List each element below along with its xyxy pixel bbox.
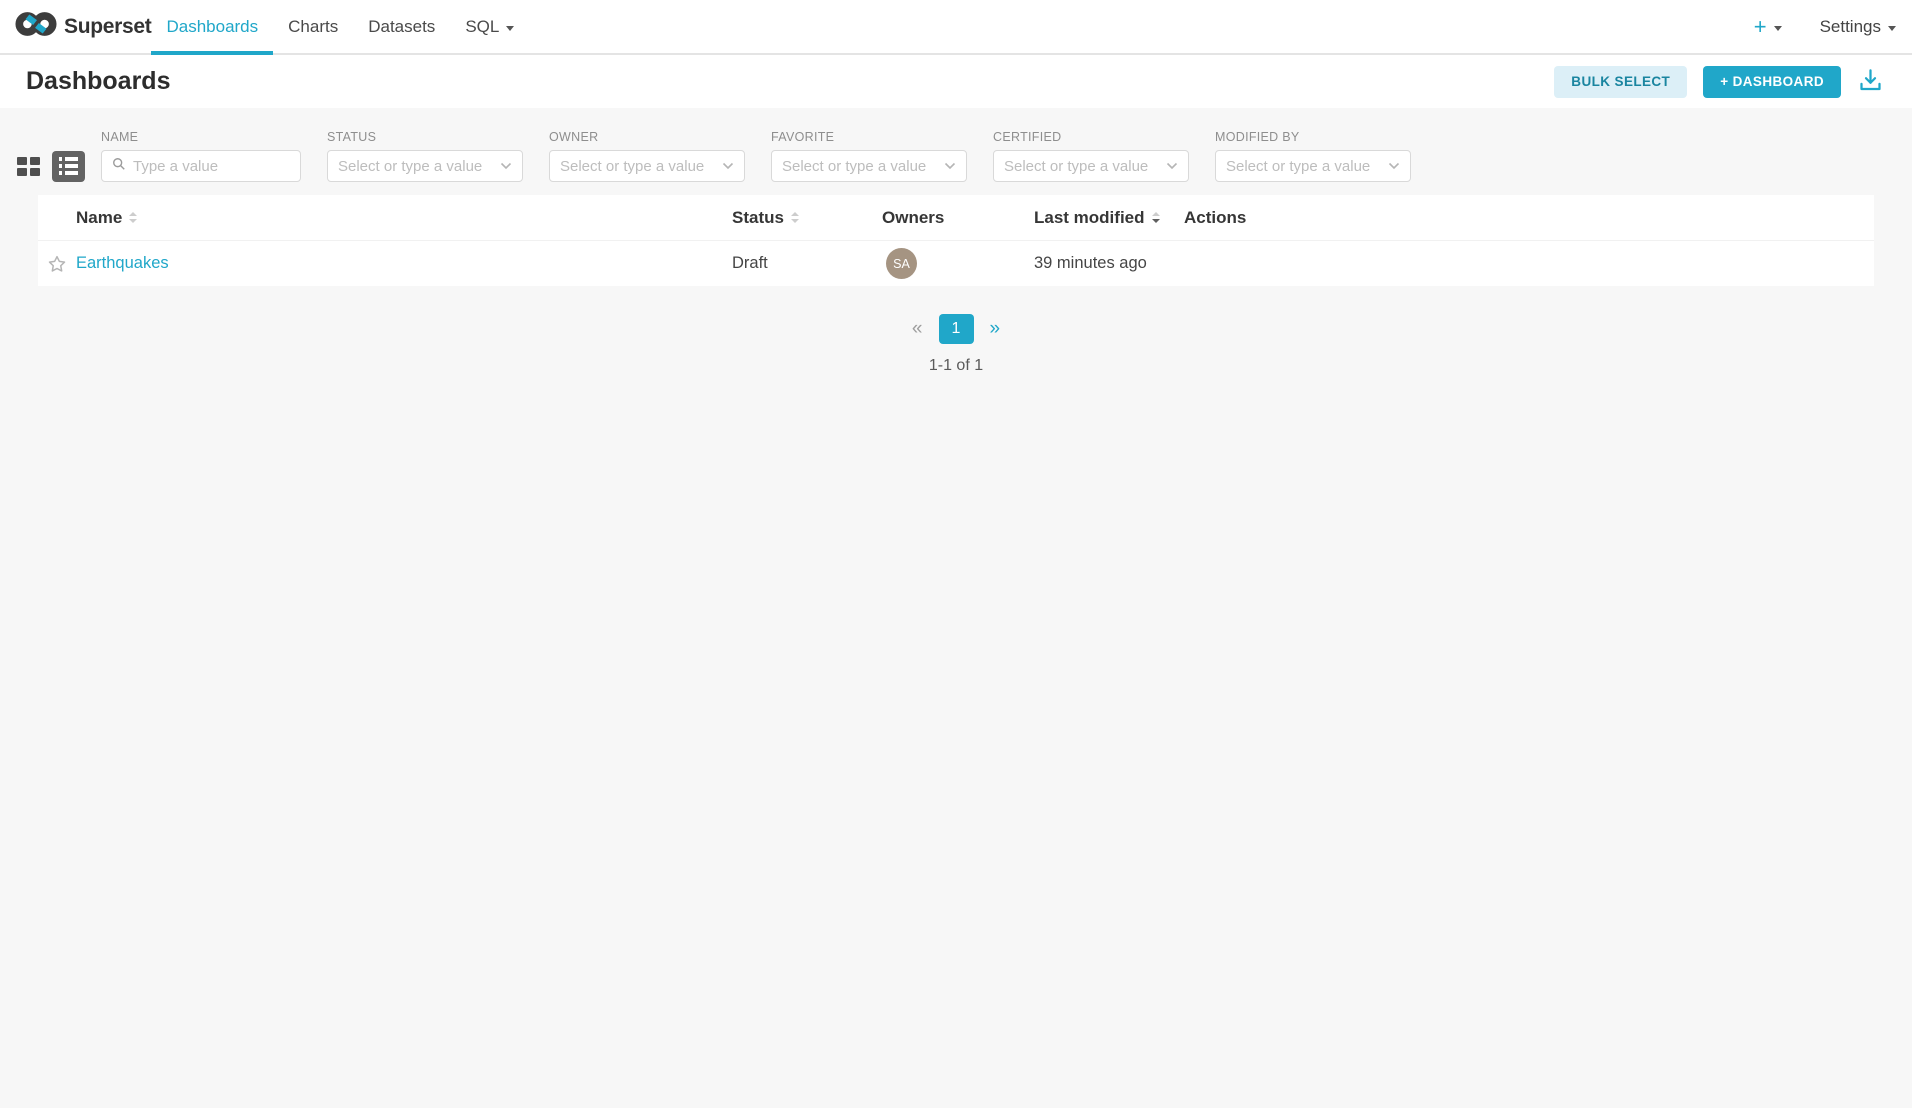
column-header-last-modified[interactable]: Last modified [1034,208,1184,228]
chevron-down-icon [1166,157,1178,175]
column-label: Owners [882,208,944,228]
filter-label: FAVORITE [771,130,967,144]
filter-modified-by: MODIFIED BY Select or type a value [1215,130,1411,182]
select-placeholder: Select or type a value [1226,158,1388,175]
chevron-down-icon [1388,157,1400,175]
favorite-cell [38,254,76,274]
column-header-owners: Owners [882,208,1034,228]
chevron-down-icon [1774,26,1782,31]
nav-tab-sql[interactable]: SQL [450,0,529,53]
owners-cell: SA [882,248,1034,279]
table-row: Earthquakes Draft SA 39 minutes ago [38,241,1874,286]
sort-icon [791,212,799,223]
search-icon [112,157,126,176]
pagination: « 1 » [0,314,1912,344]
column-label: Status [732,208,784,228]
download-icon [1857,67,1884,97]
status-filter-select[interactable]: Select or type a value [327,150,523,182]
new-item-menu-button[interactable]: + [1754,14,1782,40]
settings-menu-button[interactable]: Settings [1820,17,1896,37]
settings-label: Settings [1820,17,1881,37]
favorite-filter-select[interactable]: Select or type a value [771,150,967,182]
card-view-toggle[interactable] [17,157,40,176]
owner-filter-select[interactable]: Select or type a value [549,150,745,182]
bulk-select-button[interactable]: BULK SELECT [1554,66,1687,98]
select-placeholder: Select or type a value [560,158,722,175]
list-view-toggle[interactable] [52,151,85,182]
filter-label: OWNER [549,130,745,144]
nav-tab-label: Charts [288,17,338,37]
filter-certified: CERTIFIED Select or type a value [993,130,1189,182]
page-header: Dashboards BULK SELECT + DASHBOARD [0,55,1912,108]
nav-tab-dashboards[interactable]: Dashboards [151,0,273,53]
pagination-next-button[interactable]: » [990,318,1001,340]
select-placeholder: Select or type a value [1004,158,1166,175]
nav-tab-datasets[interactable]: Datasets [353,0,450,53]
dashboard-link[interactable]: Earthquakes [76,254,169,272]
infinity-logo-icon [15,10,57,43]
filter-label: CERTIFIED [993,130,1189,144]
pagination-prev-button[interactable]: « [912,318,923,340]
certified-filter-select[interactable]: Select or type a value [993,150,1189,182]
column-label: Actions [1184,208,1246,228]
pagination-page-1-button[interactable]: 1 [939,314,974,344]
chevron-down-icon [1888,26,1896,31]
brand-name: Superset [64,15,151,39]
status-cell: Draft [732,254,882,273]
column-header-status[interactable]: Status [732,208,882,228]
sort-desc-icon [1152,212,1160,223]
modified-by-filter-select[interactable]: Select or type a value [1215,150,1411,182]
filter-favorite: FAVORITE Select or type a value [771,130,967,182]
filter-label: NAME [101,130,301,144]
nav-tab-label: Dashboards [166,17,258,37]
column-header-actions: Actions [1184,208,1874,228]
nav-tab-label: SQL [465,17,499,37]
nav-tabs: Dashboards Charts Datasets SQL [151,0,529,53]
owner-avatar: SA [886,248,917,279]
pagination-summary: 1-1 of 1 [0,357,1912,375]
chevron-down-icon [506,26,514,31]
table-header-row: Name Status Owners Last modified Actions [38,195,1874,241]
filter-label: MODIFIED BY [1215,130,1411,144]
column-label: Name [76,208,122,228]
superset-logo[interactable]: Superset [0,0,151,53]
last-modified-cell: 39 minutes ago [1034,254,1184,273]
name-filter-input[interactable] [133,158,290,175]
page-title: Dashboards [26,67,170,96]
column-header-name[interactable]: Name [76,208,732,228]
navbar: Superset Dashboards Charts Datasets SQL … [0,0,1912,55]
name-filter-box [101,150,301,182]
navbar-right: + Settings [1754,0,1912,53]
star-icon[interactable] [47,254,67,274]
chevron-down-icon [722,157,734,175]
import-dashboards-button[interactable] [1857,67,1884,97]
dashboards-table: Name Status Owners Last modified Actions [38,195,1874,286]
column-label: Last modified [1034,208,1145,228]
filter-owner: OWNER Select or type a value [549,130,745,182]
header-actions: BULK SELECT + DASHBOARD [1554,66,1884,98]
select-placeholder: Select or type a value [338,158,500,175]
superset-app: Superset Dashboards Charts Datasets SQL … [0,0,1912,1108]
filter-status: STATUS Select or type a value [327,130,523,182]
view-mode-toggles [17,150,85,182]
filter-name: NAME [101,130,301,182]
sort-icon [129,212,137,223]
nav-tab-label: Datasets [368,17,435,37]
chevron-down-icon [500,157,512,175]
list-view-icon [59,157,79,175]
nav-tab-charts[interactable]: Charts [273,0,353,53]
filter-bar: NAME STATUS Select or type a value OWNE [0,108,1912,182]
plus-icon: + [1754,14,1767,40]
new-dashboard-button[interactable]: + DASHBOARD [1703,66,1841,98]
dashboard-name-cell: Earthquakes [76,254,732,273]
filter-label: STATUS [327,130,523,144]
grid-view-icon [17,157,40,176]
chevron-down-icon [944,157,956,175]
select-placeholder: Select or type a value [782,158,944,175]
